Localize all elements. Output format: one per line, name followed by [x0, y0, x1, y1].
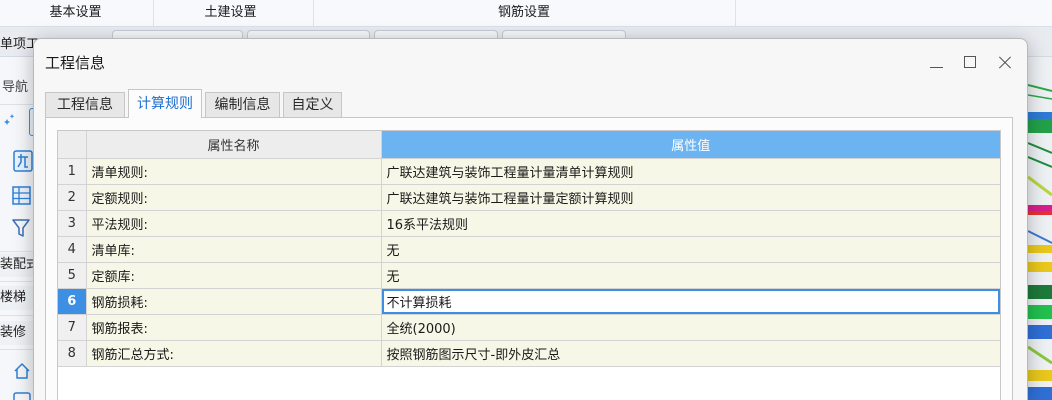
table-row[interactable]: 5 定额库: 无	[58, 262, 1000, 289]
property-value[interactable]: 广联达建筑与装饰工程量计量定额计算规则	[381, 184, 1000, 211]
row-number[interactable]: 5	[58, 262, 87, 289]
table-row[interactable]: 4 清单库: 无	[58, 236, 1000, 263]
structural-member	[1028, 325, 1052, 339]
ribbon-civil-settings[interactable]: 土建设置	[153, 0, 308, 26]
table-header-row: 属性名称 属性值	[58, 131, 1000, 159]
table-row[interactable]: 2 定额规则: 广联达建筑与装饰工程量计量定额计算规则	[58, 184, 1000, 211]
property-value[interactable]: 按照钢筋图示尺寸-即外皮汇总	[381, 340, 1000, 367]
tab-project-info[interactable]: 工程信息	[45, 92, 125, 117]
structural-member	[1028, 387, 1052, 400]
minimize-icon	[930, 67, 943, 68]
project-info-dialog: 工程信息 工程信息 计算规则 编制信息 自定义 属性名称 属性值 1 清单规则:…	[33, 38, 1028, 400]
nav-item-icon[interactable]	[13, 392, 31, 400]
nav-title: 导航	[2, 80, 29, 95]
structural-member	[1028, 119, 1052, 133]
filter-icon[interactable]	[12, 219, 30, 238]
row-number[interactable]: 2	[58, 184, 87, 211]
maximize-icon	[964, 56, 976, 68]
tab-compile-info[interactable]: 编制信息	[205, 92, 280, 117]
grid-icon[interactable]	[12, 186, 31, 205]
property-value[interactable]: 无	[381, 262, 1000, 289]
structural-member	[1028, 285, 1052, 299]
table-row-selected[interactable]: 6 钢筋损耗: 不计算损耗	[58, 288, 1000, 315]
row-number[interactable]: 7	[58, 314, 87, 341]
property-value[interactable]: 广联达建筑与装饰工程量计量清单计算规则	[381, 158, 1000, 185]
dialog-title: 工程信息	[45, 54, 106, 72]
table-row[interactable]: 7 钢筋报表: 全统(2000)	[58, 314, 1000, 341]
property-value[interactable]: 16系平法规则	[381, 210, 1000, 237]
property-name: 清单库:	[86, 236, 382, 263]
structural-member	[1028, 305, 1052, 319]
tab-calculation-rules[interactable]: 计算规则	[128, 89, 202, 118]
table-row[interactable]: 8 钢筋汇总方式: 按照钢筋图示尺寸-即外皮汇总	[58, 340, 1000, 367]
property-value-editor[interactable]: 不计算损耗	[381, 288, 1000, 315]
table-row[interactable]: 1 清单规则: 广联达建筑与装饰工程量计量清单计算规则	[58, 158, 1000, 185]
property-name: 清单规则:	[86, 158, 382, 185]
structural-member	[1028, 245, 1052, 253]
row-number[interactable]: 3	[58, 210, 87, 237]
property-grid: 属性名称 属性值 1 清单规则: 广联达建筑与装饰工程量计量清单计算规则 2 定…	[57, 130, 1001, 400]
home-icon[interactable]	[13, 362, 31, 380]
sparkle-icon[interactable]	[4, 114, 15, 127]
property-value[interactable]: 无	[381, 236, 1000, 263]
property-table: 属性名称 属性值 1 清单规则: 广联达建筑与装饰工程量计量清单计算规则 2 定…	[58, 131, 1000, 367]
close-icon	[999, 56, 1011, 68]
tab-custom[interactable]: 自定义	[283, 92, 342, 117]
property-name: 平法规则:	[86, 210, 382, 237]
maximize-button[interactable]	[950, 49, 990, 79]
structural-member	[1028, 262, 1052, 272]
close-button[interactable]	[985, 49, 1025, 79]
column-header-value[interactable]: 属性值	[381, 131, 1000, 159]
row-number[interactable]: 6	[58, 288, 87, 315]
property-name: 钢筋报表:	[86, 314, 382, 341]
table-row[interactable]: 3 平法规则: 16系平法规则	[58, 210, 1000, 237]
row-number[interactable]: 8	[58, 340, 87, 367]
structural-member	[1028, 112, 1052, 119]
property-value[interactable]: 全统(2000)	[381, 314, 1000, 341]
3d-model-view[interactable]	[1028, 57, 1052, 400]
ribbon-divider	[735, 0, 736, 26]
property-name: 定额规则:	[86, 184, 382, 211]
component-icon[interactable]	[13, 150, 33, 172]
ribbon-basic-settings[interactable]: 基本设置	[0, 0, 151, 26]
structural-member	[1028, 211, 1052, 215]
row-number-header	[58, 131, 87, 159]
property-name: 钢筋损耗:	[86, 288, 382, 315]
row-number[interactable]: 1	[58, 158, 87, 185]
structural-member	[1028, 205, 1052, 211]
property-name: 钢筋汇总方式:	[86, 340, 382, 367]
column-header-name[interactable]: 属性名称	[86, 131, 382, 159]
top-ribbon: 基本设置 土建设置 钢筋设置	[0, 0, 1052, 27]
structural-member	[1028, 370, 1052, 381]
property-name: 定额库:	[86, 262, 382, 289]
row-number[interactable]: 4	[58, 236, 87, 263]
ribbon-rebar-settings[interactable]: 钢筋设置	[313, 0, 735, 26]
